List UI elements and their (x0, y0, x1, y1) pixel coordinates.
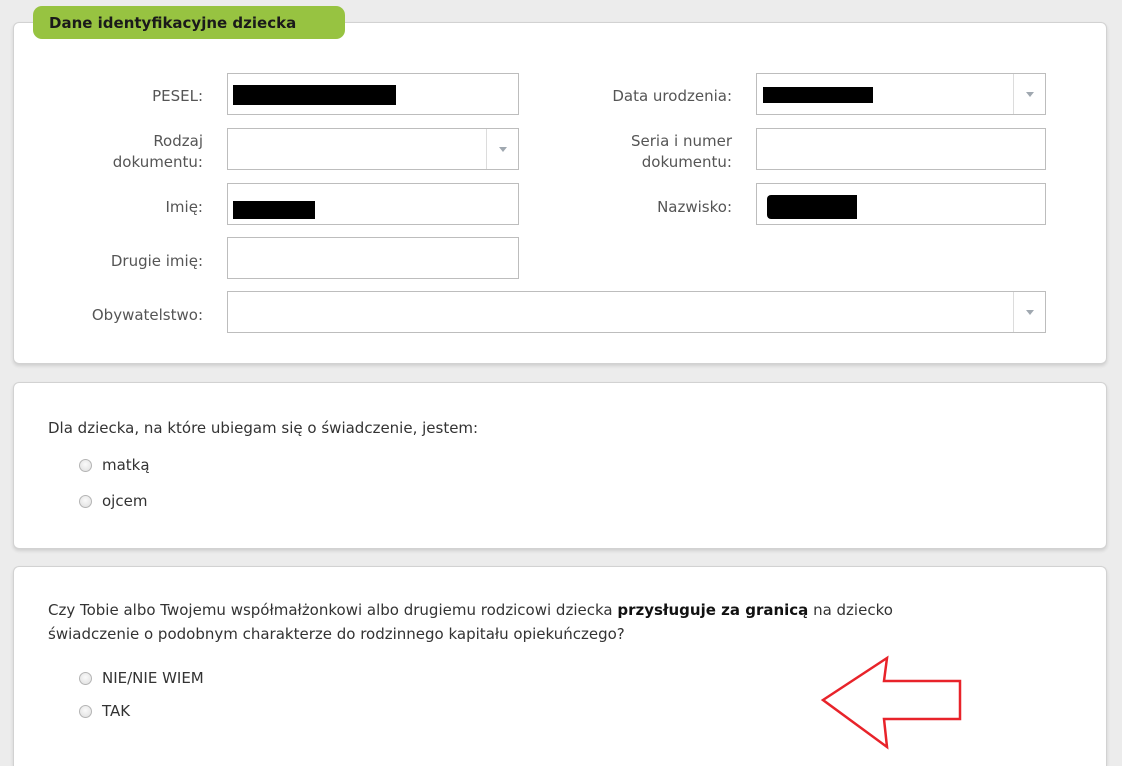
redacted-value (767, 195, 857, 219)
redacted-value (233, 85, 396, 105)
radio-button[interactable] (79, 494, 92, 508)
question-text-line2: świadczenie o podobnym charakterze do ro… (48, 625, 625, 643)
lastname-label: Nazwisko: (657, 198, 732, 216)
doctype-dropdown[interactable] (227, 128, 519, 170)
question-text-part2: na dziecko (808, 601, 893, 619)
docnumber-input[interactable] (756, 128, 1046, 170)
birthdate-dropdown[interactable] (756, 73, 1046, 115)
citizenship-dropdown[interactable] (227, 291, 1046, 333)
secondname-input[interactable] (227, 237, 519, 279)
firstname-input[interactable] (227, 183, 519, 225)
firstname-label: Imię: (165, 198, 204, 216)
red-arrow-left-icon (820, 655, 962, 750)
radio-option-no[interactable]: NIE/NIE WIEM (79, 669, 204, 687)
radio-label: ojcem (102, 492, 148, 510)
chevron-down-icon[interactable] (1013, 74, 1045, 114)
lastname-input[interactable] (756, 183, 1046, 225)
relationship-panel (13, 382, 1107, 549)
radio-button[interactable] (79, 458, 92, 472)
relationship-question: Dla dziecka, na które ubiegam się o świa… (48, 419, 479, 437)
question-text-bold: przysługuje za granicą (617, 601, 809, 619)
docnumber-label-line1: Seria i numer (630, 132, 732, 150)
radio-label: NIE/NIE WIEM (102, 669, 204, 687)
citizenship-label: Obywatelstwo: (91, 306, 203, 324)
doctype-label-line1: Rodzaj (153, 132, 203, 150)
redacted-value (763, 87, 873, 103)
radio-option-yes[interactable]: TAK (79, 702, 130, 720)
radio-option-father[interactable]: ojcem (79, 492, 147, 510)
radio-option-mother[interactable]: matką (79, 456, 150, 474)
redacted-value (233, 201, 315, 219)
birthdate-label: Data urodzenia: (612, 87, 732, 105)
chevron-down-icon[interactable] (1013, 292, 1045, 332)
pesel-label: PESEL: (152, 87, 203, 105)
radio-button[interactable] (79, 671, 92, 685)
radio-label: TAK (102, 702, 131, 720)
chevron-down-icon[interactable] (486, 129, 518, 169)
secondname-label: Drugie imię: (110, 252, 203, 270)
docnumber-label-line2: dokumentu: (641, 153, 732, 171)
docnumber-label: Seria i numer dokumentu: (560, 131, 732, 173)
section-title-tag: Dane identyfikacyjne dziecka (33, 6, 345, 39)
doctype-label-line2: dokumentu: (112, 153, 203, 171)
doctype-label: Rodzaj dokumentu: (60, 131, 203, 173)
radio-button[interactable] (79, 704, 92, 718)
pesel-input[interactable] (227, 73, 519, 115)
radio-label: matką (102, 456, 150, 474)
question-text-part1: Czy Tobie albo Twojemu współmałżonkowi a… (48, 601, 618, 619)
arrow-outline (820, 655, 962, 750)
foreign-benefit-question: Czy Tobie albo Twojemu współmałżonkowi a… (48, 598, 1088, 646)
